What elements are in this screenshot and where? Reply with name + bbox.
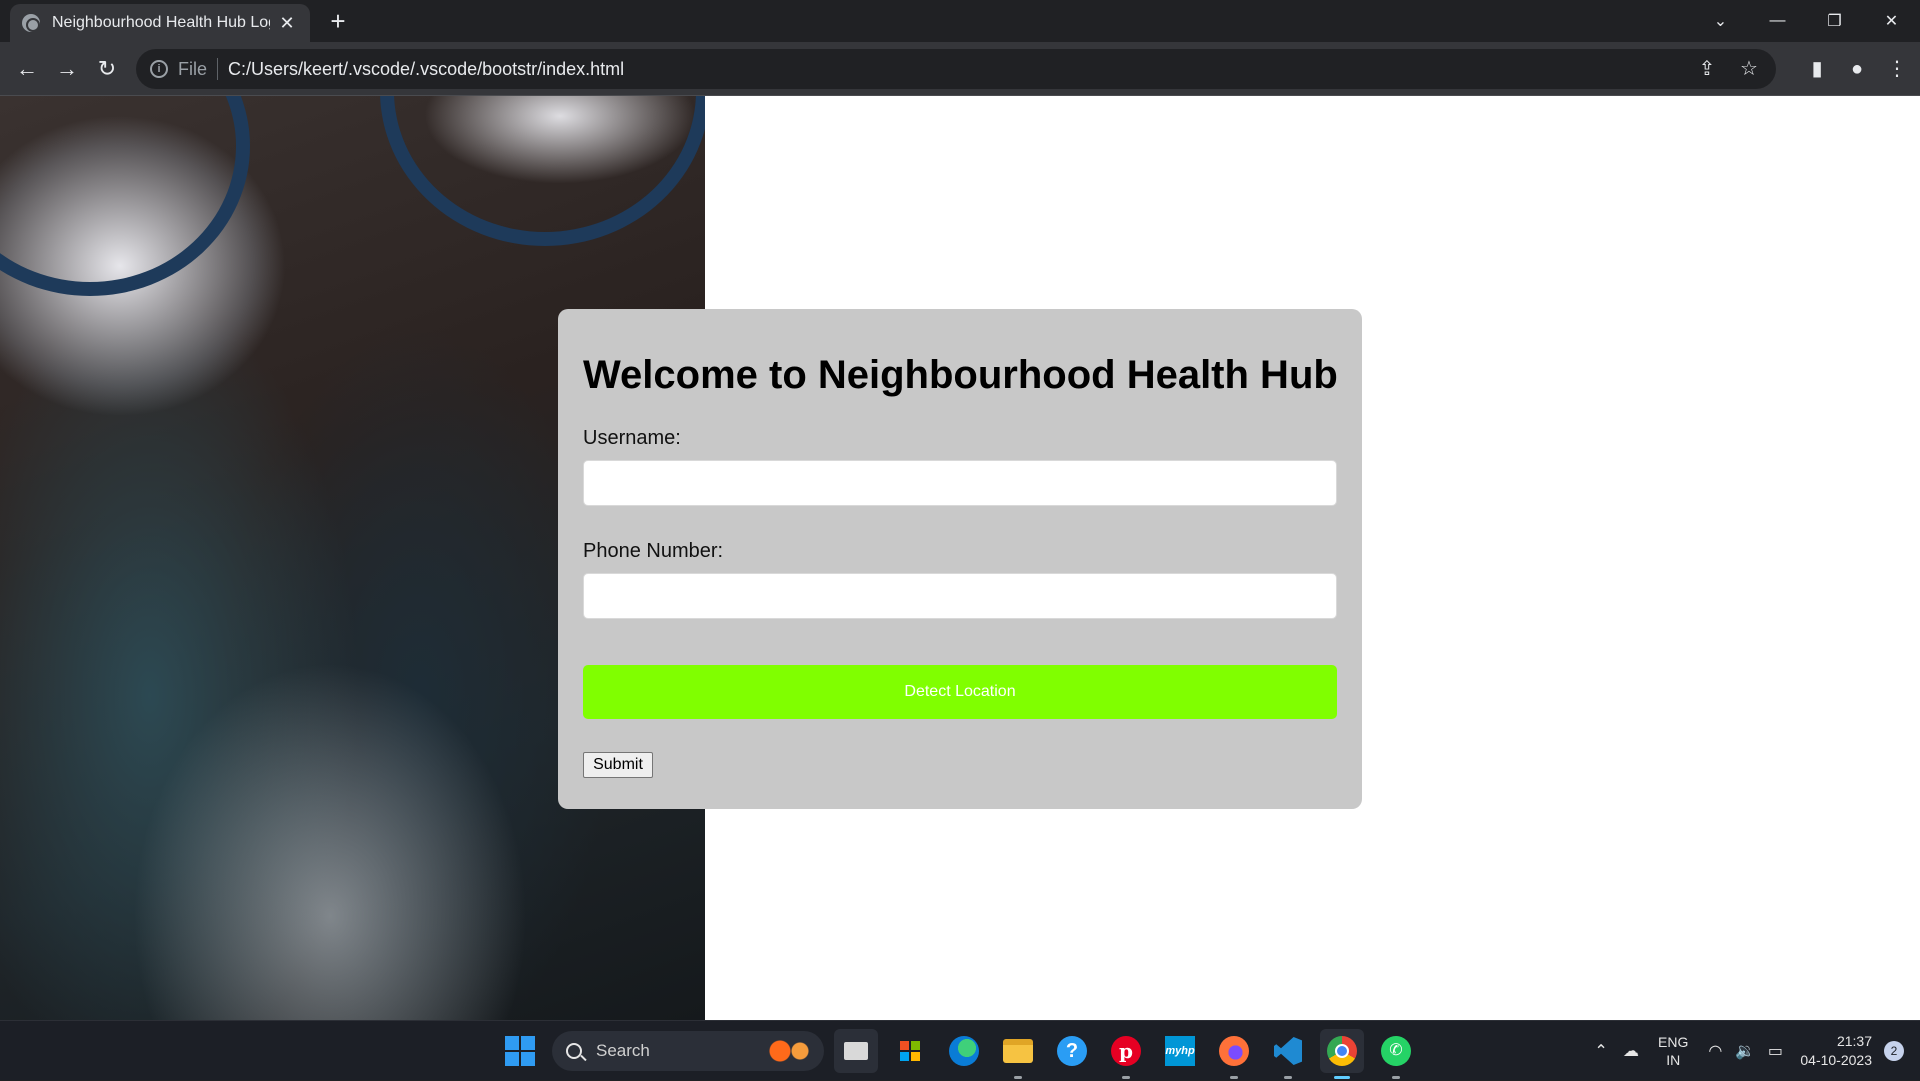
forward-arrow-icon[interactable]: → xyxy=(52,54,82,84)
page-title: Welcome to Neighbourhood Health Hub xyxy=(583,353,1338,397)
surgical-lamp-left xyxy=(0,96,250,296)
pinterest-icon[interactable]: p xyxy=(1104,1029,1148,1079)
language-region: IN xyxy=(1666,1052,1681,1068)
taskbar-apps: Search ? p myhp ✆ xyxy=(498,1029,1418,1079)
url-scheme-label: File xyxy=(178,58,208,79)
volume-icon[interactable]: 🔉 xyxy=(1730,1041,1760,1061)
address-bar[interactable]: i File C:/Users/keert/.vscode/.vscode/bo… xyxy=(136,49,1776,89)
taskbar-clock[interactable]: 21:37 04-10-2023 xyxy=(1800,1032,1872,1070)
onedrive-cloud-icon[interactable]: ☁ xyxy=(1616,1041,1646,1061)
login-card: Welcome to Neighbourhood Health Hub User… xyxy=(558,309,1362,809)
tab-search-chevron-icon[interactable]: ⌄ xyxy=(1692,0,1749,42)
bookmark-star-icon[interactable]: ☆ xyxy=(1738,57,1760,81)
site-info-icon[interactable]: i xyxy=(150,60,168,78)
battery-icon[interactable]: ▭ xyxy=(1760,1041,1790,1061)
menu-kebab-icon[interactable]: ⋮ xyxy=(1882,54,1912,84)
phone-number-label: Phone Number: xyxy=(583,540,724,562)
close-window-icon[interactable]: ✕ xyxy=(1863,0,1920,42)
url-text[interactable]: C:/Users/keert/.vscode/.vscode/bootstr/i… xyxy=(228,59,624,80)
globe-icon xyxy=(22,14,40,32)
phone-number-input[interactable] xyxy=(583,573,1337,619)
firefox-icon[interactable] xyxy=(1212,1029,1256,1079)
back-arrow-icon[interactable]: ← xyxy=(12,54,42,84)
input-language-indicator[interactable]: ENG IN xyxy=(1658,1033,1688,1069)
windows-taskbar: Search ? p myhp ✆ ⌃ ☁ ENG IN ◠ 🔉 ▭ 21:37… xyxy=(0,1020,1920,1080)
system-tray: ⌃ ☁ ENG IN ◠ 🔉 ▭ 21:37 04-10-2023 2 xyxy=(1586,1021,1920,1081)
surgical-lamp-right xyxy=(380,96,705,246)
restore-icon[interactable]: ❐ xyxy=(1806,0,1863,42)
username-label: Username: xyxy=(583,427,681,449)
language-code: ENG xyxy=(1658,1034,1689,1050)
tab-title: Neighbourhood Health Hub Login xyxy=(52,14,270,31)
url-divider xyxy=(217,58,219,80)
detect-location-button[interactable]: Detect Location xyxy=(583,665,1337,719)
search-icon xyxy=(566,1043,582,1059)
taskbar-search[interactable]: Search xyxy=(552,1031,824,1071)
help-icon[interactable]: ? xyxy=(1050,1029,1094,1073)
edge-icon[interactable] xyxy=(942,1029,986,1073)
page-viewport: Welcome to Neighbourhood Health Hub User… xyxy=(0,96,1920,1020)
omnibox-actions: ⇪ ☆ xyxy=(1696,57,1760,81)
profile-icon[interactable]: ● xyxy=(1842,54,1872,84)
close-tab-icon[interactable]: ✕ xyxy=(276,13,298,34)
show-hidden-icons-chevron-icon[interactable]: ⌃ xyxy=(1586,1041,1616,1061)
submit-button[interactable]: Submit xyxy=(583,752,653,778)
browser-tab[interactable]: Neighbourhood Health Hub Login ✕ xyxy=(10,4,310,42)
reload-icon[interactable]: ↻ xyxy=(92,54,122,84)
window-controls: ⌄ — ❐ ✕ xyxy=(1692,0,1920,42)
share-icon[interactable]: ⇪ xyxy=(1696,57,1718,81)
clock-time: 21:37 xyxy=(1836,1033,1872,1049)
microsoft-store-icon[interactable] xyxy=(888,1029,932,1073)
new-tab-button[interactable]: + xyxy=(324,8,352,36)
username-input[interactable] xyxy=(583,460,1337,506)
windows-start-icon[interactable] xyxy=(498,1029,542,1073)
side-panel-icon[interactable]: ▮ xyxy=(1802,54,1832,84)
whatsapp-icon[interactable]: ✆ xyxy=(1374,1029,1418,1079)
myhp-icon[interactable]: myhp xyxy=(1158,1029,1202,1073)
clock-date: 04-10-2023 xyxy=(1800,1052,1872,1068)
minimize-icon[interactable]: — xyxy=(1749,0,1806,42)
toolbar-actions: ▮ ● ⋮ xyxy=(1802,54,1912,84)
notification-count-badge[interactable]: 2 xyxy=(1884,1041,1904,1061)
browser-tab-strip: Neighbourhood Health Hub Login ✕ + ⌄ — ❐… xyxy=(0,0,1920,42)
file-explorer-icon[interactable] xyxy=(996,1029,1040,1079)
browser-toolbar: ← → ↻ i File C:/Users/keert/.vscode/.vsc… xyxy=(0,42,1920,96)
vscode-icon[interactable] xyxy=(1266,1029,1310,1079)
wifi-icon[interactable]: ◠ xyxy=(1700,1041,1730,1061)
search-highlight-icon xyxy=(766,1039,812,1063)
taskbar-search-label: Search xyxy=(596,1041,650,1060)
chrome-icon[interactable] xyxy=(1320,1029,1364,1079)
task-view-icon[interactable] xyxy=(834,1029,878,1073)
